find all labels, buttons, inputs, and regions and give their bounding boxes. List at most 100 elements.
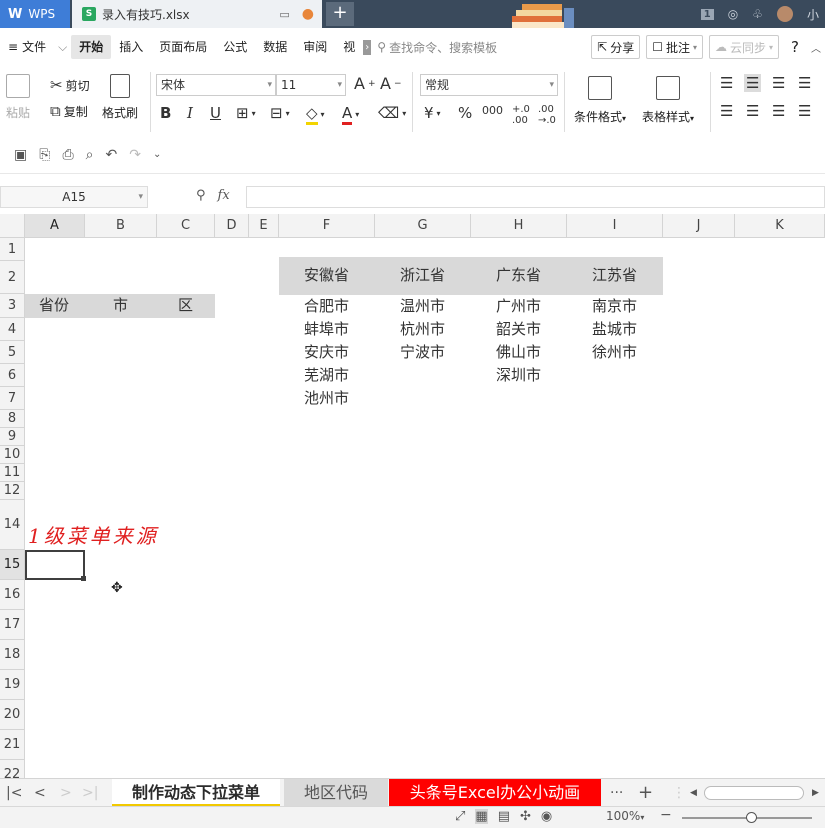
row-header-3[interactable]: 3 [0,294,25,318]
copy-button[interactable]: ⧉ 复制 [50,102,88,120]
row-header-20[interactable]: 20 [0,700,25,730]
align-top-icon[interactable]: ☰ [720,74,733,92]
cell-f7[interactable]: 池州市 [304,387,349,410]
column-header-b[interactable]: B [85,214,157,238]
row-header-22[interactable]: 22 [0,760,25,778]
column-header-a[interactable]: A [25,214,85,238]
print-icon[interactable]: ⎙ [62,147,73,163]
cell-h5[interactable]: 佛山市 [496,341,541,364]
number-format-select[interactable]: 常规 ▾ [420,74,558,96]
window-count-badge[interactable]: 1 [700,8,714,20]
cell-f6[interactable]: 芜湖市 [304,364,349,387]
command-search[interactable]: ⚲ 查找命令、搜索模板 [377,39,497,56]
reading-mode-icon[interactable]: ✣ [520,809,531,824]
eye-protection-icon[interactable]: ◉ [541,809,552,824]
column-header-h[interactable]: H [471,214,567,238]
decrease-font-icon[interactable]: A − [380,74,402,93]
currency-icon[interactable]: ¥ ▾ [424,104,441,122]
align-bottom-icon[interactable]: ☰ [772,74,785,92]
save-icon[interactable]: ▣ [14,147,27,163]
column-header-k[interactable]: K [735,214,825,238]
name-box[interactable]: A15 ▾ [0,186,148,208]
font-color-icon[interactable]: A ▾ [342,104,359,125]
column-header-i[interactable]: I [567,214,663,238]
align-center-icon[interactable]: ☰ [746,102,759,120]
fill-color-icon[interactable]: ◇ ▾ [306,104,325,125]
tab-view[interactable]: 视图 [335,35,363,59]
scroll-right-icon[interactable]: ▶ [812,779,819,807]
redo-icon[interactable]: ↷ [129,147,141,163]
paste-button[interactable]: 粘贴 [6,74,30,121]
first-sheet-button[interactable]: |< [6,779,22,807]
row-header-9[interactable]: 9 [0,428,25,446]
conditional-format-button[interactable]: 条件格式▾ [574,76,626,125]
column-header-c[interactable]: C [157,214,215,238]
menu-scroll-right-button[interactable]: › [363,39,372,55]
tab-home[interactable]: 开始 [71,35,112,59]
tab-page-layout[interactable]: 页面布局 [151,35,215,59]
cell-g5[interactable]: 宁波市 [400,341,445,364]
tab-formulas[interactable]: 公式 [215,35,255,59]
fill-handle[interactable] [81,576,86,581]
increase-decimal-icon[interactable]: +.0.00 [512,104,530,126]
wps-home-tab[interactable]: W WPS [0,0,70,28]
row-header-11[interactable]: 11 [0,464,25,482]
tab-data[interactable]: 数据 [255,35,295,59]
row-header-16[interactable]: 16 [0,580,25,610]
file-menu[interactable]: 文件 [20,35,54,59]
align-left-icon[interactable]: ☰ [720,102,733,120]
cut-button[interactable]: ✂ 剪切 [50,76,90,94]
increase-font-icon[interactable]: A + [354,74,376,93]
decrease-decimal-icon[interactable]: .00 →.0 [538,104,556,126]
formula-input[interactable] [246,186,825,208]
collapse-ribbon-icon[interactable]: ︿ [811,40,821,55]
active-cell-a15[interactable] [25,550,86,581]
cell-i2[interactable]: 江苏省 [592,264,637,287]
horizontal-scrollbar[interactable] [704,786,804,800]
share-button[interactable]: ⇱ 分享 [591,35,641,59]
cell-g3[interactable]: 温州市 [400,295,445,318]
user-name[interactable]: 小 [807,6,819,23]
cloud-sync-button[interactable]: ☁ 云同步 ▾ [709,35,780,59]
zoom-slider-knob[interactable] [746,812,757,823]
borders-icon[interactable]: ⊞ ▾ [236,104,256,122]
tab-insert[interactable]: 插入 [111,35,151,59]
row-header-8[interactable]: 8 [0,410,25,428]
underline-button[interactable]: U [210,104,221,122]
format-painter-button[interactable]: 格式刷 [102,74,138,121]
cell-c3[interactable]: 区 [178,294,193,317]
justify-icon[interactable]: ☰ [798,102,811,120]
cell-i4[interactable]: 盐城市 [592,318,637,341]
percent-icon[interactable]: % [458,104,472,122]
thousands-separator-icon[interactable]: 000 [482,104,503,117]
avatar[interactable] [776,6,793,22]
more-sheets-button[interactable]: ··· [610,779,623,807]
italic-button[interactable]: I [187,104,193,122]
align-right-icon[interactable]: ☰ [772,102,785,120]
row-header-18[interactable]: 18 [0,640,25,670]
cell-a3[interactable]: 省份 [39,294,69,317]
undo-icon[interactable]: ↶ [105,147,117,163]
normal-view-icon[interactable]: ▦ [475,809,488,824]
font-size-select[interactable]: 11 ▾ [276,74,346,96]
row-header-21[interactable]: 21 [0,730,25,760]
add-sheet-button[interactable]: + [638,779,653,807]
comment-button[interactable]: ☐ 批注 ▾ [646,35,703,59]
shirt-icon[interactable]: ♧ [752,7,763,21]
row-header-14[interactable]: 14 [0,500,25,550]
zoom-out-button[interactable]: − [660,807,672,823]
cell-i5[interactable]: 徐州市 [592,341,637,364]
row-header-1[interactable]: 1 [0,238,25,261]
merge-cells-icon[interactable]: ⊟ ▾ [270,104,290,122]
row-header-10[interactable]: 10 [0,446,25,464]
row-header-7[interactable]: 7 [0,387,25,410]
row-header-19[interactable]: 19 [0,670,25,700]
column-header-e[interactable]: E [249,214,279,238]
select-all-corner[interactable] [0,214,25,238]
document-tab[interactable]: S 录入有技巧.xlsx ▭ ● [72,0,322,28]
bold-button[interactable]: B [160,104,171,122]
tab-review[interactable]: 审阅 [295,35,335,59]
row-header-5[interactable]: 5 [0,341,25,364]
zoom-formula-icon[interactable]: ⚲ [196,188,206,203]
clear-format-icon[interactable]: ⌫ ▾ [378,104,406,122]
